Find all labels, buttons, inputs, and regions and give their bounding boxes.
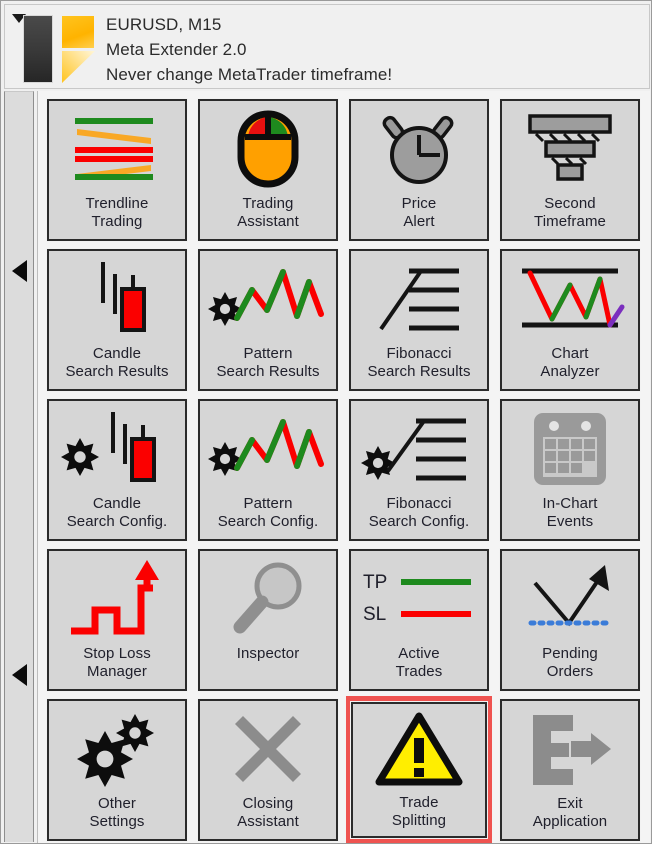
grid-cell-in-chart-events: In-Chart Events xyxy=(497,396,643,544)
tool-button-grid: Trendline Trading Trading Assistant Pric… xyxy=(37,91,650,843)
tool-button-inspector[interactable]: Inspector xyxy=(197,548,339,692)
header-text-block: EURUSD, M15 Meta Extender 2.0 Never chan… xyxy=(106,12,392,87)
exit-arrow-icon xyxy=(502,703,638,795)
tool-label-pattern-search-config: Pattern Search Config. xyxy=(217,495,319,530)
logo-dark-bar xyxy=(23,15,53,83)
tool-label-other-settings: Other Settings xyxy=(89,795,145,830)
tool-label-candle-search-config: Candle Search Config. xyxy=(66,495,168,530)
tool-button-candle-search-results[interactable]: Candle Search Results xyxy=(46,248,188,392)
tool-label-exit-application: Exit Application xyxy=(532,795,608,830)
tool-label-price-alert: Price Alert xyxy=(401,195,437,230)
tool-button-trade-splitting[interactable]: Trade Splitting xyxy=(350,701,488,839)
tool-button-price-alert[interactable]: Price Alert xyxy=(348,98,490,242)
tool-label-candle-search-results: Candle Search Results xyxy=(65,345,169,380)
candlestick-gear-icon xyxy=(49,403,185,495)
tool-label-pending-orders: Pending Orders xyxy=(542,645,598,680)
header-product-name: Meta Extender 2.0 xyxy=(106,40,247,59)
grid-cell-second-timeframe: Second Timeframe xyxy=(497,96,643,244)
grid-cell-fibonacci-search-config: Fibonacci Search Config. xyxy=(346,396,492,544)
header-panel: EURUSD, M15 Meta Extender 2.0 Never chan… xyxy=(4,4,650,89)
tool-button-active-trades[interactable]: TP SL Active Trades xyxy=(348,548,490,692)
tool-button-pattern-search-config[interactable]: Pattern Search Config. xyxy=(197,398,339,542)
gears-icon xyxy=(49,703,185,795)
trendline-icon xyxy=(49,103,185,195)
warning-triangle-icon xyxy=(351,706,487,794)
fibonacci-gear-icon xyxy=(351,403,487,495)
triangle-left-icon[interactable] xyxy=(12,260,27,282)
candlestick-icon xyxy=(49,253,185,345)
grid-cell-pattern-search-config: Pattern Search Config. xyxy=(195,396,341,544)
grid-cell-other-settings: Other Settings xyxy=(44,696,190,843)
grid-cell-candle-search-results: Candle Search Results xyxy=(44,246,190,394)
tool-label-trade-splitting: Trade Splitting xyxy=(391,794,447,829)
svg-text:TP: TP xyxy=(363,572,387,593)
tool-button-pending-orders[interactable]: Pending Orders xyxy=(499,548,641,692)
tool-button-candle-search-config[interactable]: Candle Search Config. xyxy=(46,398,188,542)
grid-cell-trendline-trading: Trendline Trading xyxy=(44,96,190,244)
tool-button-closing-assistant[interactable]: Closing Assistant xyxy=(197,698,339,842)
tool-label-second-timeframe: Second Timeframe xyxy=(533,195,607,230)
tool-label-active-trades: Active Trades xyxy=(395,645,443,680)
svg-text:SL: SL xyxy=(363,604,386,625)
grid-cell-chart-analyzer: Chart Analyzer xyxy=(497,246,643,394)
staircase-arrow-icon xyxy=(49,553,185,645)
grid-cell-candle-search-config: Candle Search Config. xyxy=(44,396,190,544)
grid-cell-price-alert: Price Alert xyxy=(346,96,492,244)
tool-button-other-settings[interactable]: Other Settings xyxy=(46,698,188,842)
tool-label-chart-analyzer: Chart Analyzer xyxy=(540,345,600,380)
calendar-icon xyxy=(502,403,638,495)
grid-cell-exit-application: Exit Application xyxy=(497,696,643,843)
tool-button-pattern-search-results[interactable]: Pattern Search Results xyxy=(197,248,339,392)
mouse-icon xyxy=(200,103,336,195)
logo-yellow-triangle xyxy=(62,51,95,83)
grid-cell-inspector: Inspector xyxy=(195,546,341,694)
tool-button-exit-application[interactable]: Exit Application xyxy=(499,698,641,842)
meta-extender-window: EURUSD, M15 Meta Extender 2.0 Never chan… xyxy=(0,0,652,844)
logo-yellow-square xyxy=(62,16,94,48)
tool-button-trading-assistant[interactable]: Trading Assistant xyxy=(197,98,339,242)
tool-button-stop-loss-manager[interactable]: Stop Loss Manager xyxy=(46,548,188,692)
tool-button-chart-analyzer[interactable]: Chart Analyzer xyxy=(499,248,641,392)
chart-analyzer-icon xyxy=(502,253,638,345)
zigzag-gear-icon xyxy=(200,403,336,495)
tool-button-fibonacci-search-results[interactable]: Fibonacci Search Results xyxy=(348,248,490,392)
grid-cell-active-trades: TP SL Active Trades xyxy=(346,546,492,694)
fibonacci-icon xyxy=(351,253,487,345)
cross-icon xyxy=(200,703,336,795)
tool-label-inspector: Inspector xyxy=(236,645,300,662)
meta-extender-logo xyxy=(23,13,101,85)
tool-label-fibonacci-search-config: Fibonacci Search Config. xyxy=(368,495,470,530)
alarm-clock-icon xyxy=(351,103,487,195)
tool-label-closing-assistant: Closing Assistant xyxy=(237,795,299,830)
triangle-left-icon[interactable] xyxy=(12,664,27,686)
grid-cell-stop-loss-manager: Stop Loss Manager xyxy=(44,546,190,694)
header-symbol-timeframe: EURUSD, M15 xyxy=(106,15,222,34)
tool-label-trendline-trading: Trendline Trading xyxy=(85,195,149,230)
tool-label-stop-loss-manager: Stop Loss Manager xyxy=(83,645,151,680)
tool-label-pattern-search-results: Pattern Search Results xyxy=(216,345,320,380)
grid-cell-pending-orders: Pending Orders xyxy=(497,546,643,694)
tool-button-second-timeframe[interactable]: Second Timeframe xyxy=(499,98,641,242)
grid-cell-closing-assistant: Closing Assistant xyxy=(195,696,341,843)
funnel-stack-icon xyxy=(502,103,638,195)
header-warning-text: Never change MetaTrader timeframe! xyxy=(106,65,393,84)
magnifier-icon xyxy=(200,553,336,645)
grid-cell-trading-assistant: Trading Assistant xyxy=(195,96,341,244)
sidebar-rail xyxy=(4,91,34,842)
tool-button-in-chart-events[interactable]: In-Chart Events xyxy=(499,398,641,542)
tool-label-trading-assistant: Trading Assistant xyxy=(237,195,299,230)
pending-arrow-icon xyxy=(502,553,638,645)
grid-cell-pattern-search-results: Pattern Search Results xyxy=(195,246,341,394)
tp-sl-lines-icon: TP SL xyxy=(351,553,487,645)
grid-cell-trade-splitting: Trade Splitting xyxy=(346,696,492,843)
tool-button-trendline-trading[interactable]: Trendline Trading xyxy=(46,98,188,242)
grid-cell-fibonacci-search-results: Fibonacci Search Results xyxy=(346,246,492,394)
tool-label-in-chart-events: In-Chart Events xyxy=(542,495,598,530)
tool-label-fibonacci-search-results: Fibonacci Search Results xyxy=(367,345,471,380)
zigzag-gear-icon xyxy=(200,253,336,345)
tool-button-fibonacci-search-config[interactable]: Fibonacci Search Config. xyxy=(348,398,490,542)
